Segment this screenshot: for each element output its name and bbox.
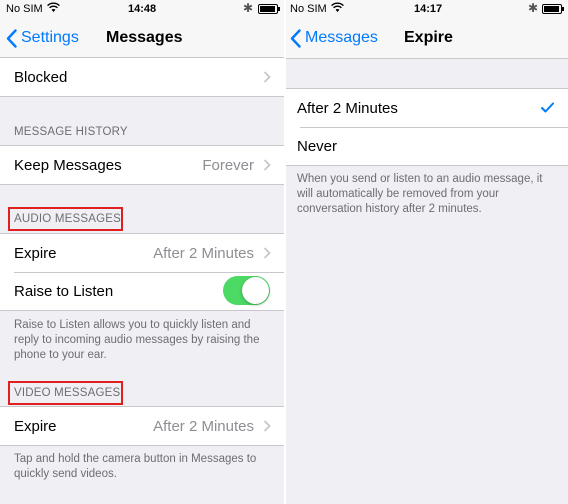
audio-messages-header: AUDIO MESSAGES — [14, 213, 121, 225]
audio-messages-group: Expire After 2 Minutes Raise to Listen — [0, 233, 284, 311]
blocked-cell[interactable]: Blocked — [0, 58, 284, 96]
toggle-knob — [242, 277, 269, 304]
carrier-label: No SIM — [6, 3, 43, 15]
bluetooth-icon: ✱ — [528, 1, 539, 15]
audio-footer-text: Raise to Listen allows you to quickly li… — [14, 319, 260, 361]
chevron-right-icon — [263, 420, 271, 432]
bluetooth-icon: ✱ — [243, 1, 254, 15]
back-button-label: Settings — [21, 29, 79, 46]
battery-icon — [258, 4, 280, 14]
video-messages-group: Expire After 2 Minutes — [0, 406, 284, 446]
video-expire-label: Expire — [14, 417, 57, 435]
status-time: 14:17 — [414, 3, 443, 15]
option-label: After 2 Minutes — [297, 99, 398, 117]
status-time: 14:48 — [128, 3, 157, 15]
raise-to-listen-toggle[interactable] — [223, 276, 270, 305]
back-button[interactable]: Messages — [290, 18, 378, 58]
keep-messages-label: Keep Messages — [14, 156, 122, 174]
page-title: Messages — [106, 29, 183, 46]
video-messages-header: VIDEO MESSAGES — [14, 387, 121, 399]
page-title: Expire — [404, 29, 453, 46]
status-bar: No SIM 14:17 ✱ — [286, 0, 568, 18]
video-expire-cell[interactable]: Expire After 2 Minutes — [0, 407, 284, 445]
checkmark-icon — [541, 102, 554, 113]
message-history-group: Keep Messages Forever — [0, 145, 284, 185]
chevron-left-icon — [6, 28, 17, 48]
audio-expire-label: Expire — [14, 244, 57, 262]
raise-to-listen-label: Raise to Listen — [14, 282, 114, 300]
carrier-label: No SIM — [290, 3, 327, 15]
keep-messages-value: Forever — [202, 156, 254, 174]
wifi-icon — [47, 2, 60, 16]
expire-options-group: After 2 Minutes Never — [286, 88, 568, 166]
video-expire-value: After 2 Minutes — [153, 417, 254, 435]
messages-settings-screen: No SIM 14:48 ✱ Settings Messages Blocked… — [0, 0, 284, 504]
audio-expire-cell[interactable]: Expire After 2 Minutes — [0, 234, 284, 272]
blocked-group: Blocked — [0, 57, 284, 97]
navigation-bar: Messages Expire — [286, 18, 568, 59]
chevron-right-icon — [263, 247, 271, 259]
chevron-right-icon — [263, 159, 271, 171]
option-after-2-minutes[interactable]: After 2 Minutes — [286, 89, 568, 127]
video-footer-text: Tap and hold the camera button in Messag… — [14, 453, 257, 480]
chevron-right-icon — [263, 71, 271, 83]
back-button[interactable]: Settings — [6, 18, 79, 58]
expire-footer-text: When you send or listen to an audio mess… — [297, 173, 543, 215]
audio-expire-value: After 2 Minutes — [153, 244, 254, 262]
back-button-label: Messages — [305, 29, 378, 46]
keep-messages-cell[interactable]: Keep Messages Forever — [0, 146, 284, 184]
status-bar: No SIM 14:48 ✱ — [0, 0, 284, 18]
expire-screen: No SIM 14:17 ✱ Messages Expire After 2 M… — [286, 0, 568, 504]
option-label: Never — [297, 137, 338, 155]
blocked-label: Blocked — [14, 68, 68, 86]
chevron-left-icon — [290, 28, 301, 48]
navigation-bar: Settings Messages — [0, 18, 284, 59]
battery-icon — [542, 4, 564, 14]
message-history-header: MESSAGE HISTORY — [14, 126, 128, 138]
raise-to-listen-cell: Raise to Listen — [0, 272, 284, 310]
wifi-icon — [331, 2, 344, 16]
option-never[interactable]: Never — [286, 127, 568, 165]
